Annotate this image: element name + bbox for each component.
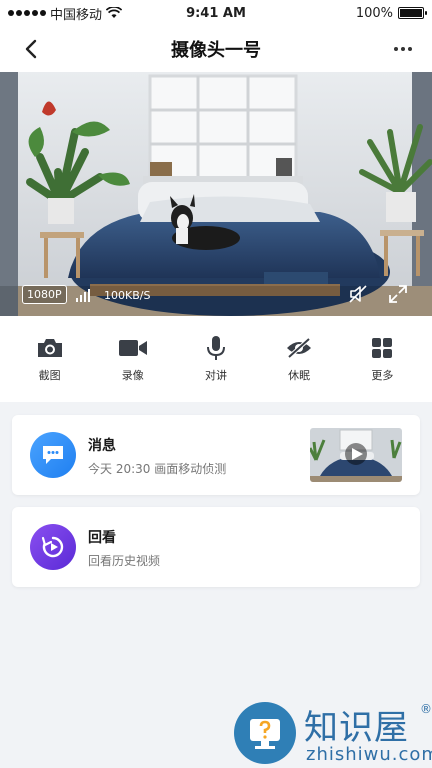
grid-icon bbox=[367, 335, 397, 361]
network-signal-icon bbox=[76, 289, 90, 302]
video-overlay: 1080P 100KB/S bbox=[0, 282, 432, 306]
screenshot-button[interactable]: 截图 bbox=[15, 335, 85, 383]
fullscreen-icon bbox=[389, 285, 407, 303]
playback-card[interactable]: 回看 回看历史视频 bbox=[12, 507, 420, 587]
page-title: 摄像头一号 bbox=[171, 40, 261, 61]
speaker-muted-icon bbox=[349, 285, 367, 303]
record-button[interactable]: 录像 bbox=[98, 335, 168, 383]
watermark-domain: zhishiwu.com bbox=[306, 744, 432, 765]
camera-icon bbox=[35, 335, 65, 361]
resolution-badge[interactable]: 1080P bbox=[22, 285, 67, 304]
watermark-logo: 知识屋 ® zhishiwu.com bbox=[234, 700, 432, 768]
microphone-icon bbox=[201, 335, 231, 361]
battery-icon bbox=[398, 7, 427, 19]
battery-percent: 100% bbox=[355, 5, 393, 21]
chevron-left-icon bbox=[25, 39, 37, 59]
eye-off-icon bbox=[284, 335, 314, 361]
more-features-button[interactable]: 更多 bbox=[347, 335, 417, 383]
video-camera-icon bbox=[118, 335, 148, 361]
watermark-registered: ® bbox=[420, 702, 432, 716]
help-monitor-icon bbox=[234, 702, 296, 764]
more-features-label: 更多 bbox=[371, 369, 394, 382]
battery-level-fill bbox=[400, 9, 422, 17]
status-right: 100% bbox=[355, 5, 427, 21]
network-speed: 100KB/S bbox=[104, 289, 151, 302]
control-toolbar: 截图 录像 对讲 休眠 更多 bbox=[0, 316, 432, 402]
nav-bar: 摄像头一号 bbox=[0, 26, 432, 72]
intercom-button[interactable]: 对讲 bbox=[181, 335, 251, 383]
message-title: 消息 bbox=[88, 438, 116, 454]
chat-bubble-icon bbox=[30, 432, 76, 478]
live-video-view[interactable]: 1080P 100KB/S bbox=[0, 72, 432, 316]
intercom-label: 对讲 bbox=[204, 369, 227, 382]
message-subtitle: 今天 20:30 画面移动侦测 bbox=[88, 462, 227, 476]
more-dots-icon bbox=[394, 47, 398, 51]
watermark-brand: 知识屋 bbox=[304, 708, 409, 748]
more-button[interactable] bbox=[390, 36, 416, 62]
sleep-button[interactable]: 休眠 bbox=[264, 335, 334, 383]
record-label: 录像 bbox=[121, 369, 144, 382]
mute-button[interactable] bbox=[348, 284, 368, 304]
event-thumbnail[interactable] bbox=[310, 428, 402, 482]
playback-subtitle: 回看历史视频 bbox=[88, 554, 161, 568]
back-button[interactable] bbox=[18, 36, 44, 62]
fullscreen-button[interactable] bbox=[388, 284, 408, 304]
video-frame-image bbox=[0, 72, 432, 316]
playback-title: 回看 bbox=[88, 530, 116, 546]
status-bar: 中国移动 9:41 AM 100% bbox=[0, 0, 432, 26]
message-card[interactable]: 消息 今天 20:30 画面移动侦测 bbox=[12, 415, 420, 495]
sleep-label: 休眠 bbox=[288, 369, 311, 382]
replay-icon bbox=[30, 524, 76, 570]
screenshot-label: 截图 bbox=[38, 369, 61, 382]
